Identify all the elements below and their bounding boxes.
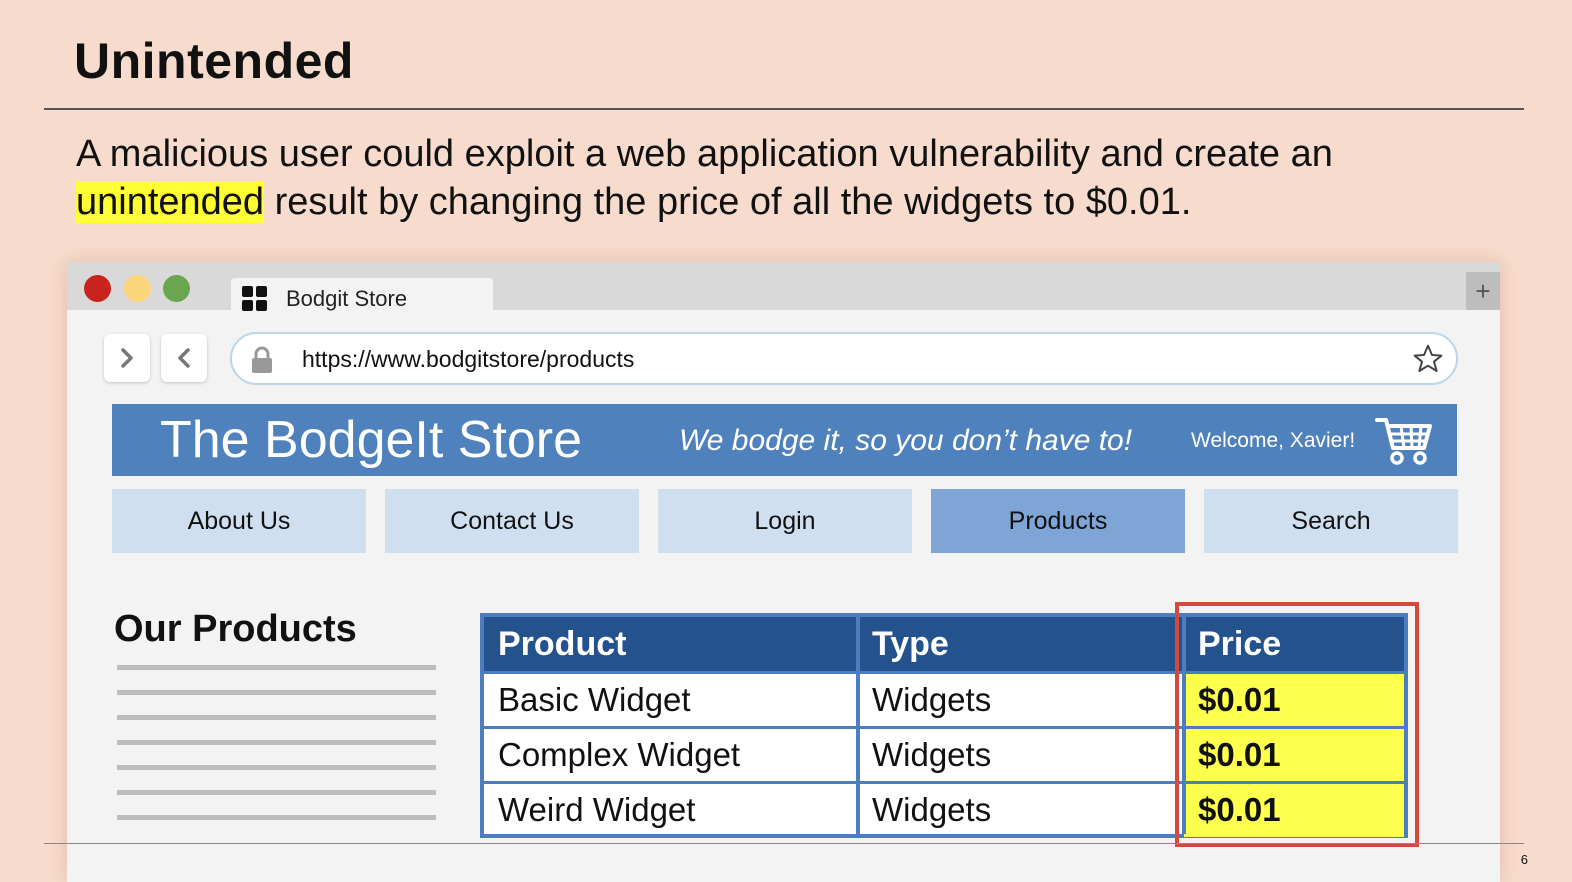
shopping-cart-icon[interactable] — [1375, 414, 1433, 466]
header-type: Type — [872, 625, 949, 663]
nav-about-us[interactable]: About Us — [112, 489, 366, 553]
new-tab-button[interactable]: + — [1466, 272, 1500, 310]
store-tagline: We bodge it, so you don’t have to! — [679, 424, 1133, 457]
placeholder-text-line — [117, 715, 436, 720]
product-name[interactable]: Weird Widget — [484, 782, 858, 837]
forward-icon — [121, 348, 133, 368]
highlighted-word: unintended — [76, 181, 265, 223]
apps-icon — [242, 286, 267, 311]
placeholder-text-line — [117, 665, 436, 670]
minimize-window-button[interactable] — [124, 275, 151, 302]
lock-icon — [252, 346, 272, 373]
products-heading: Our Products — [114, 608, 357, 650]
welcome-message: Welcome, Xavier! — [1191, 429, 1356, 452]
close-window-button[interactable] — [84, 275, 111, 302]
product-type: Widgets — [872, 680, 992, 718]
product-type: Widgets — [872, 735, 992, 773]
browser-tab[interactable]: Bodgit Store — [231, 278, 493, 312]
forward-button[interactable] — [104, 334, 150, 382]
back-icon — [178, 348, 190, 368]
placeholder-text-line — [117, 765, 436, 770]
nav-contact-us[interactable]: Contact Us — [385, 489, 639, 553]
title-divider — [44, 108, 1524, 110]
slide-title: Unintended — [74, 33, 354, 89]
store-header: The BodgeIt Store We bodge it, so you do… — [112, 404, 1457, 476]
store-name[interactable]: The BodgeIt Store — [160, 410, 582, 470]
maximize-window-button[interactable] — [163, 275, 190, 302]
browser-window: Bodgit Store + https://www.bodgitstore/p… — [67, 262, 1500, 882]
back-button[interactable] — [161, 334, 207, 382]
slide-text-part-1: A malicious user could exploit a web app… — [76, 133, 1333, 175]
slide-text-part-2: result by changing the price of all the … — [264, 181, 1192, 223]
header-product: Product — [498, 625, 627, 663]
nav-search[interactable]: Search — [1204, 489, 1458, 553]
nav-products[interactable]: Products — [931, 489, 1185, 553]
placeholder-text-line — [117, 790, 436, 795]
nav-login[interactable]: Login — [658, 489, 912, 553]
product-name[interactable]: Complex Widget — [484, 727, 858, 782]
star-icon[interactable] — [1412, 343, 1444, 375]
page-number: 6 — [1520, 852, 1528, 867]
product-type: Widgets — [872, 790, 992, 828]
footer-divider — [44, 843, 1524, 844]
price-column-highlight — [1175, 602, 1419, 847]
table-divider — [856, 617, 860, 834]
product-name[interactable]: Basic Widget — [484, 672, 858, 727]
placeholder-text-line — [117, 815, 436, 820]
placeholder-text-line — [117, 740, 436, 745]
slide-text: A malicious user could exploit a web app… — [76, 130, 1496, 226]
address-bar[interactable]: https://www.bodgitstore/products — [230, 332, 1458, 385]
url-text[interactable]: https://www.bodgitstore/products — [302, 346, 634, 373]
tab-title: Bodgit Store — [286, 286, 408, 311]
placeholder-text-line — [117, 690, 436, 695]
